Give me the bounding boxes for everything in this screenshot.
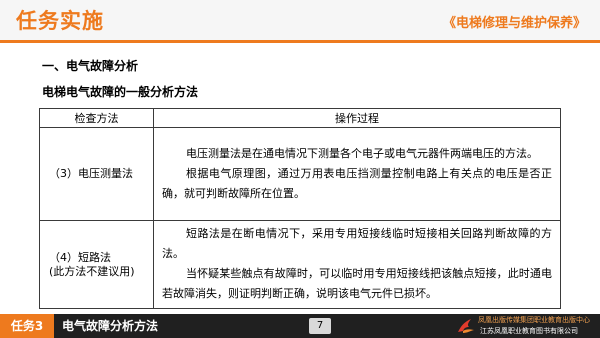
sub-heading: 电梯电气故障的一般分析方法 — [42, 85, 199, 99]
page-number: 7 — [309, 318, 331, 334]
procedure-paragraph: 电压测量法是在通电情况下测量各个电子或电气元器件两端电压的方法。 — [186, 146, 538, 160]
method-note: (此方法不建议用) — [49, 264, 135, 278]
procedure-cell: 短路法是在断电情况下，采用专用短接线临时短接相关回路判断故障的方法。 当怀疑某些… — [153, 220, 561, 309]
footer-topic: 电气故障分析方法 — [62, 319, 159, 333]
table-row: （4）短路法 (此方法不建议用) 短路法是在断电情况下，采用专用短接线临时短接相… — [39, 220, 561, 309]
procedure-paragraph: 短路法是在断电情况下，采用专用短接线临时短接相关回路判断故障的方法。 — [162, 227, 552, 260]
section-heading: 一、电气故障分析 — [42, 59, 139, 73]
methods-table: 检查方法 操作过程 （3）电压测量法 电压测量法是在通电情况下测量各个电子或电气… — [39, 108, 561, 309]
method-cell: （3）电压测量法 — [39, 127, 154, 221]
procedure-paragraph: 当怀疑某些触点有故障时，可以临时用专用短接线把该触点短接，此时通电若故障消失，则… — [162, 267, 552, 300]
page-title: 任务实施 — [16, 9, 104, 33]
header-divider — [0, 40, 600, 43]
procedure-cell: 电压测量法是在通电情况下测量各个电子或电气元器件两端电压的方法。 根据电气原理图… — [153, 127, 561, 221]
column-header-procedure: 操作过程 — [153, 108, 561, 128]
method-name: （3）电压测量法 — [49, 167, 133, 180]
book-title: 《电梯修理与维护保养》 — [442, 16, 586, 31]
method-cell: （4）短路法 (此方法不建议用) — [39, 220, 154, 309]
publisher-line2: 江苏凤凰职业教育图书有限公司 — [480, 327, 578, 335]
table-row: （3）电压测量法 电压测量法是在通电情况下测量各个电子或电气元器件两端电压的方法… — [39, 127, 561, 221]
table-header-row: 检查方法 操作过程 — [39, 108, 561, 128]
column-header-method: 检查方法 — [39, 108, 154, 128]
publisher-line1: 凤凰出版传媒集团职业教育出版中心 — [478, 316, 590, 324]
method-name: （4）短路法 — [49, 250, 111, 264]
phoenix-logo-icon — [458, 319, 474, 333]
procedure-paragraph: 根据电气原理图，通过万用表电压挡测量控制电路上有关点的电压是否正确，就可判断故障… — [162, 166, 552, 200]
task-label: 任务3 — [0, 314, 54, 338]
